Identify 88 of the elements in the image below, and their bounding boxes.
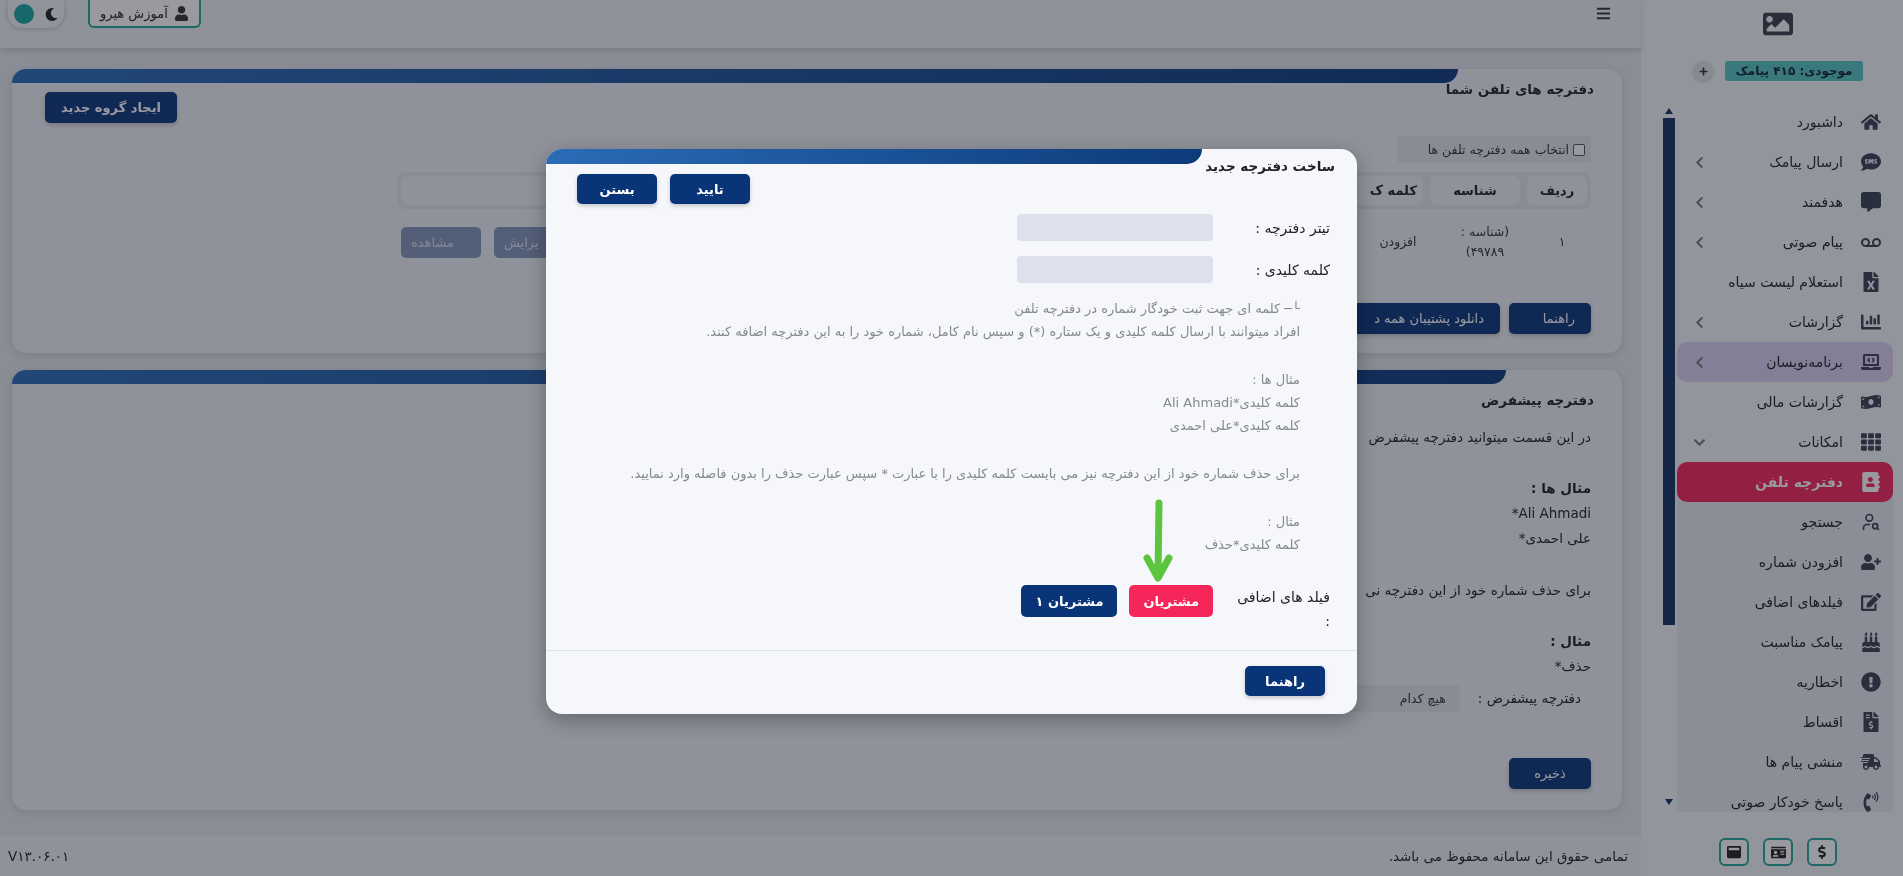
delete-text: برای حذف شماره خود از این دفترچه نی	[1365, 581, 1591, 601]
sms-icon	[1861, 152, 1881, 172]
menu-item[interactable]: پاسخ خودکار صوتی	[1677, 782, 1893, 812]
menu-item[interactable]: برنامه‌نویسان	[1677, 342, 1893, 382]
home-icon	[1861, 112, 1881, 132]
version-text: V۱۳.۰۶.۰۱	[8, 848, 70, 864]
input-field[interactable]	[1017, 214, 1213, 241]
laptop-code-icon	[1861, 352, 1881, 372]
modal-button[interactable]: تایید	[670, 174, 750, 204]
column-header: شناسه	[1430, 176, 1520, 205]
column-header: ردیف	[1527, 176, 1587, 205]
menu-item[interactable]: هدفمند	[1677, 182, 1893, 222]
modal-button[interactable]: بستن	[577, 174, 657, 204]
theme-button[interactable]	[8, 0, 64, 28]
menu-item[interactable]: گزارشات	[1677, 302, 1893, 342]
invoice-icon	[1861, 712, 1881, 732]
create-group-button[interactable]: ایجاد گروه جدید	[45, 92, 177, 123]
user-button[interactable]: آموزش هیرو	[88, 0, 201, 28]
menu-item[interactable]: ارسال پیامک	[1677, 142, 1893, 182]
field-label: کلمه کلیدی :	[1254, 261, 1330, 278]
save-button[interactable]: ذخیره	[1509, 758, 1591, 789]
help-text: مثال ها :	[1251, 371, 1300, 389]
truck-icon	[1861, 752, 1881, 772]
dollar-icon	[1815, 845, 1829, 859]
id-card-button[interactable]	[1763, 838, 1793, 866]
menu-item[interactable]: امکانات	[1677, 422, 1893, 462]
menu-item[interactable]: اقساط	[1677, 702, 1893, 742]
add-credit-button[interactable]	[1693, 61, 1714, 81]
extra-field-button[interactable]: مشتریان ۱	[1021, 585, 1118, 617]
help-button[interactable]: راهنما	[1245, 666, 1325, 696]
example-title: مثال :	[1550, 632, 1591, 651]
card-title: دفترچه های تلفن شما	[1445, 81, 1594, 97]
help-text: کلمه کلیدی*حذف	[1203, 536, 1300, 554]
modal-title: ساخت دفترچه جدید	[1205, 158, 1335, 174]
extra-fields-label: فیلد های اضافی :	[1236, 588, 1330, 631]
alert-icon	[1861, 672, 1881, 692]
grid-icon	[1861, 432, 1881, 452]
id-card-icon	[1770, 844, 1786, 860]
table-cell-text: ۱	[1557, 233, 1567, 251]
window-button[interactable]	[1719, 838, 1749, 866]
default-label: دفترچه پیشفرض :	[1477, 689, 1582, 709]
phone-icon	[1861, 792, 1881, 812]
cake-icon	[1861, 632, 1881, 652]
help-text: برای حذف شماره خود از این دفترچه نیز می بایست کلمه کلیدی را با عبارت * سپس عبارت حذف را بدون فاصله وارد نمایید.	[629, 465, 1300, 484]
menu-icon	[1596, 6, 1611, 21]
user-icon	[173, 5, 189, 21]
help-text: کلمه کلیدی*علی احمدی	[1168, 417, 1300, 435]
menu-item[interactable]: افزودن شماره	[1677, 542, 1893, 582]
user-search-icon	[1861, 512, 1881, 532]
address-book-icon	[1861, 472, 1881, 492]
select-all-checkbox[interactable]: انتخاب همه دفترچه تلفن ها	[1397, 136, 1591, 163]
help-text: کلمه کلیدی*Ali Ahmadi	[1162, 394, 1300, 412]
circle-icon	[14, 4, 34, 24]
menu-item[interactable]: پیام صوتی	[1677, 222, 1893, 262]
plus-icon	[1698, 66, 1708, 76]
menu-item[interactable]: گزارشات مالی	[1677, 382, 1893, 422]
table-cell-text: (شناسه : ۴۹۷۸۹)	[1459, 223, 1511, 261]
chart-icon	[1861, 312, 1881, 332]
input-field[interactable]	[1017, 256, 1213, 283]
extra-field-button[interactable]: مشتریان	[1129, 585, 1213, 617]
help-text: مثال :	[1266, 513, 1300, 531]
menu-item[interactable]: جستجو	[1677, 502, 1893, 542]
intro-text: در این قسمت میتوانید دفترچه پیشفرض	[1368, 428, 1591, 448]
message-icon	[1861, 192, 1881, 212]
moon-icon	[45, 7, 58, 21]
action-button[interactable]: راهنما	[1509, 303, 1591, 334]
example-text: علی احمدی*	[1518, 529, 1591, 548]
examples-title: مثال ها :	[1531, 479, 1591, 498]
window-icon	[1727, 845, 1741, 859]
copyright-text: تمامی حقوق این سامانه محفوظ می باشد.	[1388, 848, 1628, 864]
example-text: Ali Ahmadi*	[1511, 504, 1591, 523]
user-plus-icon	[1861, 552, 1881, 572]
menu-item[interactable]: منشی پیام ها	[1677, 742, 1893, 782]
menu-item[interactable]: استعلام لیست سیاه	[1677, 262, 1893, 302]
balance-badge: موجودی: ۴۱۵ پیامک	[1725, 61, 1863, 81]
example-text: حذف*	[1554, 657, 1591, 676]
menu-item[interactable]: پیامک مناسبت	[1677, 622, 1893, 662]
file-x-icon	[1861, 272, 1881, 292]
field-label: تیتر دفترچه :	[1254, 219, 1330, 236]
menu-item[interactable]: فیلدهای اضافی	[1677, 582, 1893, 622]
money-icon	[1861, 392, 1881, 412]
dollar-button[interactable]	[1807, 838, 1837, 866]
menu-item[interactable]: داشبورد	[1677, 102, 1893, 142]
edit-icon	[1861, 592, 1881, 612]
table-cell-text: افزودن	[1378, 233, 1418, 252]
menu-item[interactable]: اخطاریه	[1677, 662, 1893, 702]
card-title: دفترچه پیشفرض	[1481, 392, 1594, 408]
menu-item[interactable]: دفترچه تلفن	[1677, 462, 1893, 502]
